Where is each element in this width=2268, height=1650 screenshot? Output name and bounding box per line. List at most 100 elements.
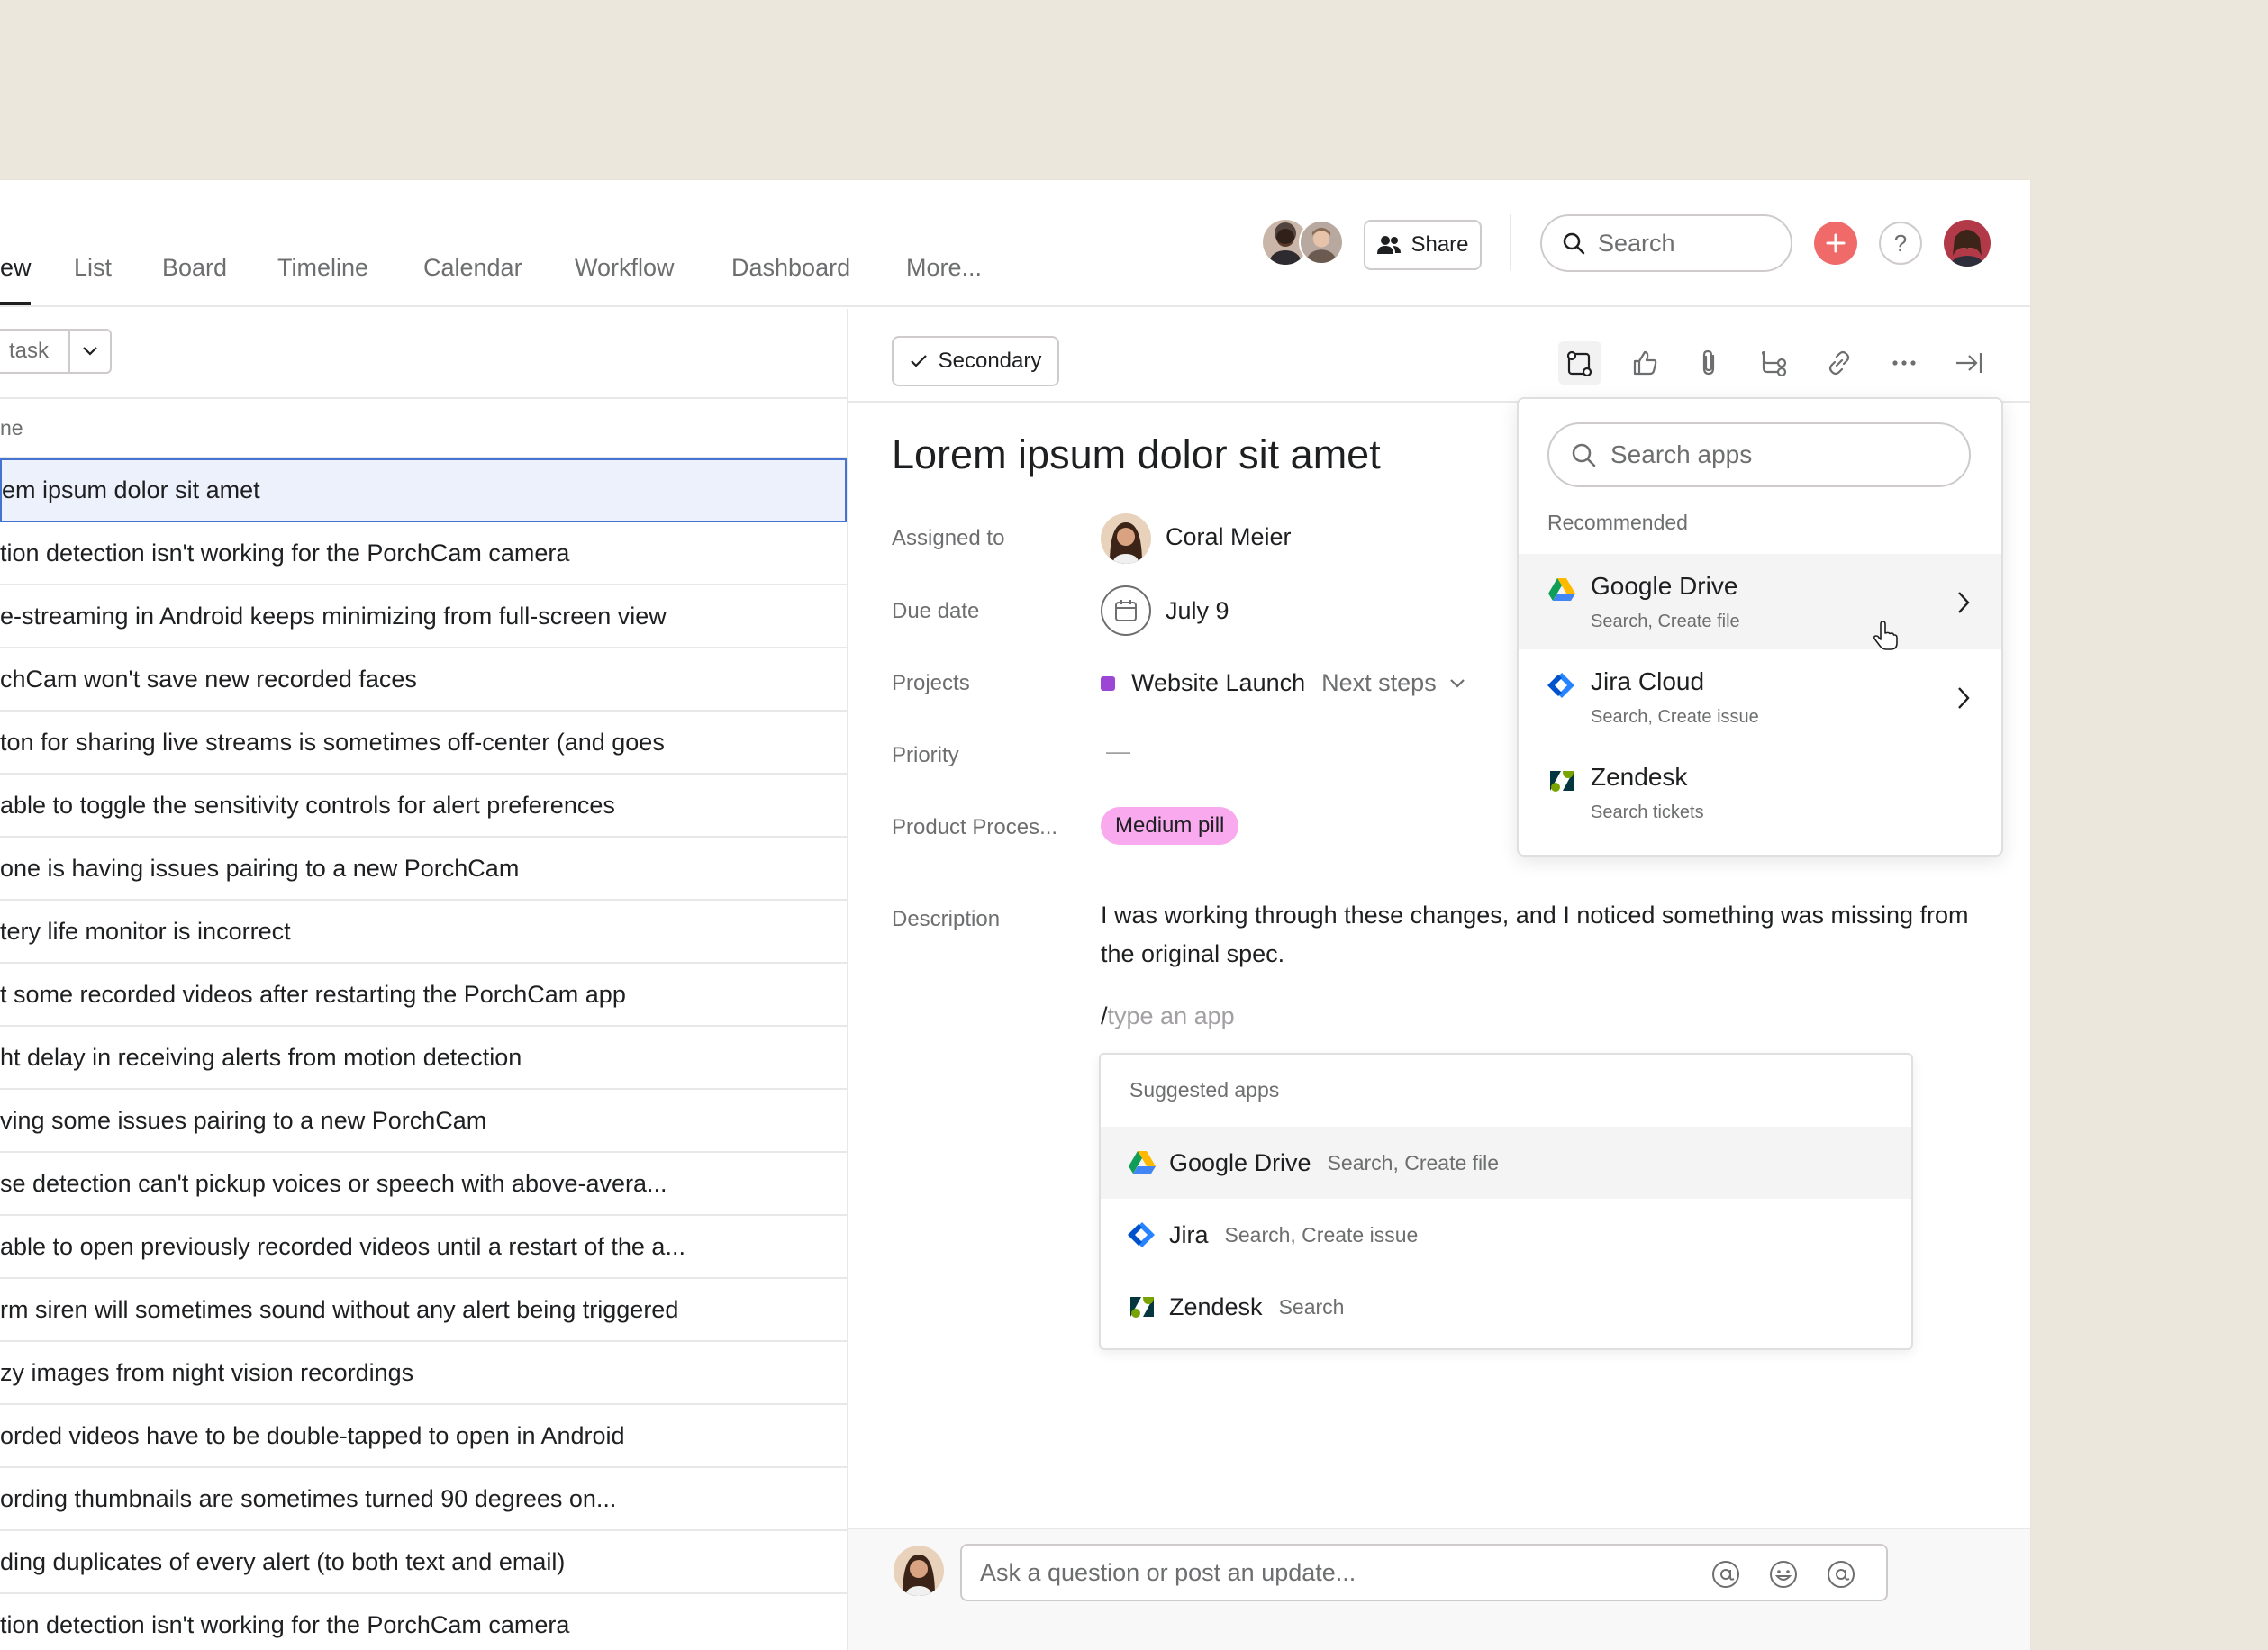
assigned-label: Assigned to — [892, 526, 1005, 550]
more-horizontal-icon — [1892, 360, 1916, 366]
priority-value[interactable]: — — [1106, 738, 1130, 766]
apps-button[interactable] — [1558, 341, 1601, 385]
user-avatar[interactable] — [1944, 220, 1991, 267]
comment-input[interactable]: Ask a question or post an update... — [960, 1544, 1888, 1601]
table-row[interactable]: orded videos have to be double-tapped to… — [0, 1405, 847, 1468]
task-name: zy images from night vision recordings — [0, 1358, 414, 1386]
global-search[interactable]: Search — [1540, 214, 1792, 272]
product-process-pill[interactable]: Medium pill — [1101, 807, 1239, 845]
at-icon[interactable] — [1825, 1558, 1857, 1591]
tab-more[interactable]: More... — [906, 254, 982, 282]
table-row[interactable]: tion detection isn't working for the Por… — [0, 522, 847, 585]
google-drive-icon — [1129, 1151, 1156, 1174]
project-name[interactable]: Website Launch — [1131, 669, 1305, 697]
tab-workflow[interactable]: Workflow — [575, 254, 675, 282]
tab-board[interactable]: Board — [162, 254, 227, 282]
calendar-icon[interactable] — [1101, 585, 1151, 636]
app-desc: Search, Create issue — [1591, 707, 1759, 727]
task-name: orded videos have to be double-tapped to… — [0, 1421, 625, 1449]
table-row[interactable]: tion detection isn't working for the Por… — [0, 1594, 847, 1650]
description-text[interactable]: I was working through these changes, and… — [1101, 896, 2001, 974]
table-row[interactable]: ht delay in receiving alerts from motion… — [0, 1027, 847, 1090]
quick-add-button[interactable] — [1814, 222, 1857, 265]
apps-search-placeholder: Search apps — [1610, 440, 1753, 468]
task-list-pane: task ne em ipsum dolor sit amet tion det… — [0, 309, 847, 1650]
close-pane-button[interactable] — [1947, 341, 1991, 385]
add-task-label[interactable]: task — [0, 331, 68, 372]
app-window: ew List Board Timeline Calendar Workflow… — [0, 180, 2030, 1650]
task-name: se detection can't pickup voices or spee… — [0, 1169, 667, 1197]
attach-button[interactable] — [1688, 341, 1731, 385]
product-process-label: Product Proces... — [892, 815, 1058, 839]
project-tag[interactable]: Website Launch Next steps — [1101, 669, 1465, 697]
suggested-app-zendesk[interactable]: Zendesk Search — [1101, 1271, 1911, 1343]
table-row[interactable]: chCam won't save new recorded faces — [0, 648, 847, 712]
chevron-down-icon — [83, 347, 97, 356]
share-button[interactable]: Share — [1364, 220, 1482, 270]
collapse-right-icon — [1956, 353, 1982, 373]
popover-app-zendesk[interactable]: Zendesk Search tickets — [1519, 745, 2001, 840]
popover-app-google-drive[interactable]: Google Drive Search, Create file — [1519, 554, 2001, 650]
subtask-icon — [1762, 351, 1787, 377]
suggested-app-jira[interactable]: Jira Search, Create issue — [1101, 1199, 1911, 1271]
zendesk-icon — [1550, 771, 1574, 792]
active-tab-indicator — [0, 302, 31, 305]
google-drive-icon — [1548, 578, 1575, 601]
app-name: Jira — [1169, 1220, 1209, 1248]
table-row[interactable]: rm siren will sometimes sound without an… — [0, 1279, 847, 1342]
tab-dashboard[interactable]: Dashboard — [731, 254, 850, 282]
add-task-dropdown[interactable] — [68, 331, 110, 372]
share-label: Share — [1411, 232, 1469, 257]
table-row[interactable]: ton for sharing live streams is sometime… — [0, 712, 847, 775]
task-detail-pane: Secondary Lorem ipsum dolor sit amet Ass… — [847, 309, 2030, 1650]
emoji-icon[interactable] — [1767, 1558, 1800, 1591]
task-name: ving some issues pairing to a new PorchC… — [0, 1106, 487, 1134]
mention-icon[interactable] — [1710, 1558, 1742, 1591]
table-row[interactable]: ving some issues pairing to a new PorchC… — [0, 1090, 847, 1153]
help-button[interactable]: ? — [1879, 222, 1922, 265]
column-name-label: ne — [0, 415, 23, 440]
app-name: Zendesk — [1591, 763, 1688, 791]
assignee-name[interactable]: Coral Meier — [1166, 523, 1292, 551]
tab-list[interactable]: List — [74, 254, 112, 282]
table-row[interactable]: ding duplicates of every alert (to both … — [0, 1531, 847, 1594]
table-row[interactable]: zy images from night vision recordings — [0, 1342, 847, 1405]
apps-icon — [1566, 350, 1592, 377]
table-row[interactable]: ording thumbnails are sometimes turned 9… — [0, 1468, 847, 1531]
suggested-app-google-drive[interactable]: Google Drive Search, Create file — [1101, 1127, 1911, 1199]
list-column-header[interactable]: ne — [0, 397, 847, 458]
table-row[interactable]: tery life monitor is incorrect — [0, 901, 847, 964]
table-row[interactable]: able to toggle the sensitivity controls … — [0, 775, 847, 838]
copy-link-button[interactable] — [1818, 341, 1861, 385]
table-row[interactable]: se detection can't pickup voices or spee… — [0, 1153, 847, 1216]
assignee-avatar[interactable] — [1101, 513, 1151, 564]
tab-calendar[interactable]: Calendar — [423, 254, 522, 282]
help-icon: ? — [1893, 229, 1908, 257]
hand-cursor-icon — [1873, 621, 1898, 650]
popover-app-jira-cloud[interactable]: Jira Cloud Search, Create issue — [1519, 649, 2001, 745]
table-row[interactable]: t some recorded videos after restarting … — [0, 964, 847, 1027]
mark-complete-button[interactable]: Secondary — [892, 336, 1059, 386]
jira-icon — [1547, 673, 1574, 698]
more-actions-button[interactable] — [1882, 341, 1926, 385]
task-title[interactable]: Lorem ipsum dolor sit amet — [892, 431, 1381, 478]
table-row[interactable]: able to open previously recorded videos … — [0, 1216, 847, 1279]
table-row[interactable]: em ipsum dolor sit amet — [0, 458, 847, 522]
apps-search-input[interactable]: Search apps — [1547, 422, 1971, 487]
chevron-down-icon[interactable] — [1449, 678, 1465, 689]
table-row[interactable]: e-streaming in Android keeps minimizing … — [0, 585, 847, 648]
tab-timeline[interactable]: Timeline — [277, 254, 368, 282]
subtask-button[interactable] — [1753, 341, 1796, 385]
task-name: e-streaming in Android keeps minimizing … — [0, 602, 667, 630]
project-section[interactable]: Next steps — [1321, 669, 1437, 697]
due-date-value[interactable]: July 9 — [1166, 597, 1229, 625]
tab-overview[interactable]: ew — [0, 254, 32, 282]
like-button[interactable] — [1623, 341, 1666, 385]
add-task-button[interactable]: task — [0, 329, 112, 374]
task-name: ording thumbnails are sometimes turned 9… — [0, 1484, 617, 1512]
thumbs-up-icon — [1633, 350, 1657, 376]
member-avatar-2[interactable] — [1299, 220, 1344, 265]
table-row[interactable]: one is having issues pairing to a new Po… — [0, 838, 847, 901]
app-desc: Search tickets — [1591, 802, 1704, 822]
slash-command-input[interactable]: /type an app — [1101, 1002, 1235, 1030]
